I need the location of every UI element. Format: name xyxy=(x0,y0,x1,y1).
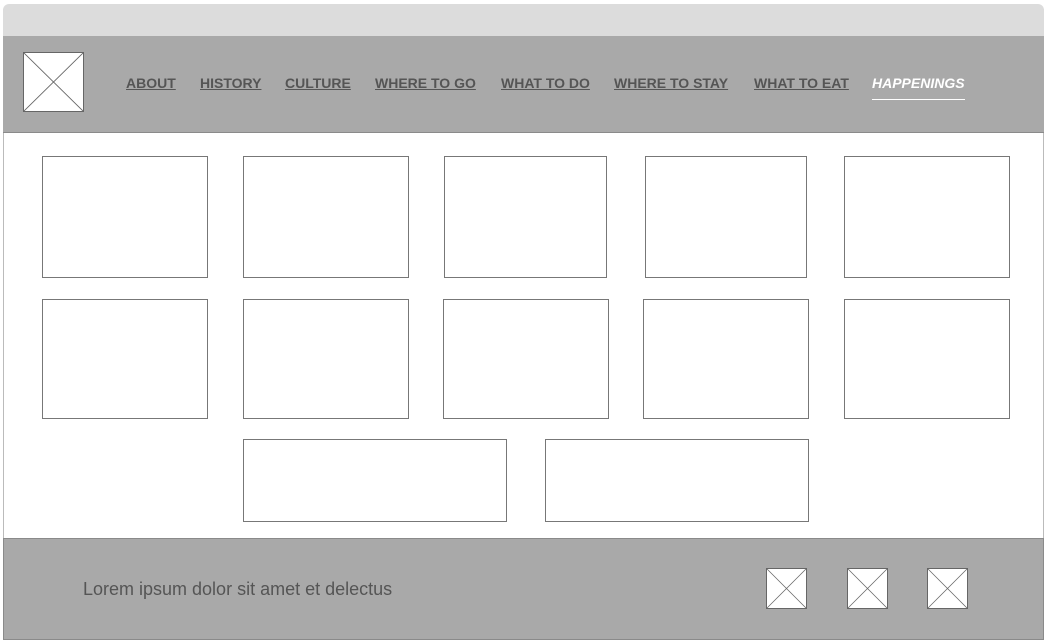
browser-title-bar xyxy=(3,4,1044,36)
social-placeholder-icon[interactable] xyxy=(927,568,968,609)
nav-culture[interactable]: CULTURE xyxy=(285,75,351,91)
footer-text: Lorem ipsum dolor sit amet et delectus xyxy=(83,579,393,599)
content-tile-wide[interactable] xyxy=(243,439,507,522)
nav-about[interactable]: ABOUT xyxy=(126,75,176,91)
content-tile[interactable] xyxy=(444,156,607,278)
nav-where-to-go[interactable]: WHERE TO GO xyxy=(375,75,476,91)
site-header: ABOUT HISTORY CULTURE WHERE TO GO WHAT T… xyxy=(3,36,1044,133)
content-tile[interactable] xyxy=(844,299,1010,419)
social-placeholder-icon[interactable] xyxy=(847,568,888,609)
content-tile[interactable] xyxy=(645,156,807,278)
content-area xyxy=(3,133,1044,538)
content-tile[interactable] xyxy=(443,299,609,419)
nav-happenings[interactable]: HAPPENINGS xyxy=(872,75,965,100)
nav-what-to-eat[interactable]: WHAT TO EAT xyxy=(754,75,849,91)
social-placeholder-icon[interactable] xyxy=(766,568,807,609)
site-footer: Lorem ipsum dolor sit amet et delectus xyxy=(3,538,1044,640)
nav-history[interactable]: HISTORY xyxy=(200,75,261,91)
content-tile[interactable] xyxy=(844,156,1010,278)
content-tile[interactable] xyxy=(243,156,409,278)
content-tile[interactable] xyxy=(42,156,208,278)
content-tile-wide[interactable] xyxy=(545,439,809,522)
nav-where-to-stay[interactable]: WHERE TO STAY xyxy=(614,75,728,91)
nav-what-to-do[interactable]: WHAT TO DO xyxy=(501,75,590,91)
content-tile[interactable] xyxy=(42,299,208,419)
content-tile[interactable] xyxy=(643,299,809,419)
logo-placeholder-icon[interactable] xyxy=(23,52,84,112)
content-tile[interactable] xyxy=(243,299,409,419)
